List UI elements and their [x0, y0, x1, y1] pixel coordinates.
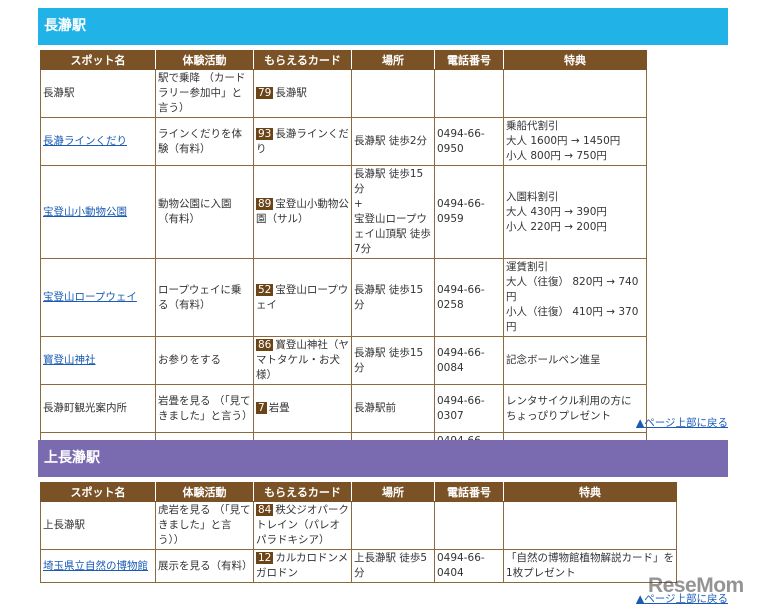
header-row: スポット名 体験活動 もらえるカード 場所 電話番号 特典: [40, 50, 647, 70]
spot-name-cell: 長瀞ラインくだり: [40, 117, 156, 166]
table-row: 埼玉県立自然の博物館 展示を見る（有料） 12 カルカロドンメガロドン 上長瀞駅 徒歩5…: [40, 549, 677, 583]
activity-cell: 虎岩を見る （「見てきました」と言う））: [155, 501, 254, 550]
card-cell: 84 秩父ジオパークトレイン（パレオパラドキシア）: [253, 501, 352, 550]
place-cell: 長瀞駅前: [351, 384, 435, 433]
spot-name-cell: 宝登山小動物公園: [40, 165, 156, 259]
place-cell: 長瀞駅 徒歩15分 + 宝登山ロープウェイ山頂駅 徒歩7分: [351, 165, 435, 259]
card-cell: 52 宝登山ロープウェイ: [253, 258, 352, 337]
phone-cell: [434, 69, 504, 118]
spot-name-cell: 上長瀞駅: [40, 501, 156, 550]
card-number-badge: 84: [256, 504, 274, 516]
spot-table-kaminagatoro: スポット名 体験活動 もらえるカード 場所 電話番号 特典 上長瀞駅 虎岩を見る （「見てきま…: [40, 482, 677, 583]
column-header-spot-name: スポット名: [40, 482, 156, 502]
resemom-watermark: ReseMom: [648, 574, 744, 597]
section-header-nagatoro: 長瀞駅: [38, 8, 728, 45]
card-cell: 89 宝登山小動物公園（サル）: [253, 165, 352, 259]
benefit-cell: 運賃割引 大人（往復） 820円 → 740円 小人（往復） 410円 → 37…: [503, 258, 647, 337]
place-cell: 長瀞駅 徒歩2分: [351, 117, 435, 166]
spot-name-cell: 寳登山神社: [40, 336, 156, 385]
card-name: 長瀞駅: [275, 87, 307, 99]
phone-cell: 0494-66-0258: [434, 258, 504, 337]
column-header-activity: 体験活動: [155, 50, 254, 70]
table-row: 上長瀞駅 虎岩を見る （「見てきました」と言う）） 84 秩父ジオパークトレイン（パレ…: [40, 501, 677, 550]
card-cell: 7 岩畳: [253, 384, 352, 433]
back-to-top-link[interactable]: ▲ページ上部に戻る: [636, 415, 728, 430]
card-number-badge: 12: [256, 552, 274, 564]
column-header-place: 場所: [351, 50, 435, 70]
card-cell: 12 カルカロドンメガロドン: [253, 549, 352, 583]
table-row: 長瀞町観光案内所 岩畳を見る （「見てきました」と言う） 7 岩畳 長瀞駅前 0494-6…: [40, 384, 647, 433]
column-header-benefit: 特典: [503, 482, 677, 502]
card-cell: 79 長瀞駅: [253, 69, 352, 118]
spot-link[interactable]: 寳登山神社: [43, 354, 96, 366]
phone-cell: 0494-66-0404: [434, 549, 504, 583]
activity-cell: 駅で乗降 （カードラリー参加中」と言う）: [155, 69, 254, 118]
benefit-cell: レンタサイクル利用の方に ちょっぴりプレゼント: [503, 384, 647, 433]
spot-link[interactable]: 宝登山ロープウェイ: [43, 291, 137, 303]
column-header-phone: 電話番号: [434, 482, 504, 502]
benefit-cell: [503, 501, 677, 550]
card-cell: 93 長瀞ラインくだり: [253, 117, 352, 166]
phone-cell: 0494-66-0959: [434, 165, 504, 259]
table-row: 長瀞駅 駅で乗降 （カードラリー参加中」と言う） 79 長瀞駅: [40, 69, 647, 118]
column-header-benefit: 特典: [503, 50, 647, 70]
spot-table-nagatoro: スポット名 体験活動 もらえるカード 場所 電話番号 特典 長瀞駅 駅で乗降 （カードラリー参…: [40, 50, 647, 466]
spot-link[interactable]: 埼玉県立自然の博物館: [43, 560, 148, 572]
spot-name-cell: 長瀞駅: [40, 69, 156, 118]
phone-cell: 0494-66-0950: [434, 117, 504, 166]
activity-cell: 動物公園に入園（有料）: [155, 165, 254, 259]
card-number-badge: 79: [256, 87, 274, 99]
benefit-cell: [503, 69, 647, 118]
card-number-badge: 7: [256, 402, 267, 414]
place-cell: 上長瀞駅 徒歩5分: [351, 549, 435, 583]
column-header-place: 場所: [351, 482, 435, 502]
card-number-badge: 86: [256, 339, 274, 351]
phone-cell: [434, 501, 504, 550]
benefit-cell: 入園料割引 大人 430円 → 390円 小人 220円 → 200円: [503, 165, 647, 259]
table-row: 長瀞ラインくだり ラインくだりを体験（有料） 93 長瀞ラインくだり 長瀞駅 徒歩2分 0…: [40, 117, 647, 166]
phone-cell: 0494-66-0307: [434, 384, 504, 433]
activity-cell: ロープウェイに乗る（有料）: [155, 258, 254, 337]
phone-cell: 0494-66-0084: [434, 336, 504, 385]
activity-cell: ラインくだりを体験（有料）: [155, 117, 254, 166]
activity-cell: 展示を見る（有料）: [155, 549, 254, 583]
column-header-phone: 電話番号: [434, 50, 504, 70]
activity-cell: お参りをする: [155, 336, 254, 385]
column-header-activity: 体験活動: [155, 482, 254, 502]
benefit-cell: 乗船代割引 大人 1600円 → 1450円 小人 800円 → 750円: [503, 117, 647, 166]
column-header-spot-name: スポット名: [40, 50, 156, 70]
card-number-badge: 89: [256, 198, 274, 210]
activity-cell: 岩畳を見る （「見てきました」と言う）: [155, 384, 254, 433]
column-header-card: もらえるカード: [253, 50, 352, 70]
table-row: 宝登山ロープウェイ ロープウェイに乗る（有料） 52 宝登山ロープウェイ 長瀞駅 徒歩1…: [40, 258, 647, 337]
card-name: 岩畳: [268, 402, 290, 414]
card-cell: 86 寳登山神社（ヤマトタケル・お犬様）: [253, 336, 352, 385]
card-number-badge: 93: [256, 127, 274, 140]
spot-link[interactable]: 宝登山小動物公園: [43, 206, 127, 218]
place-cell: 長瀞駅 徒歩15分: [351, 336, 435, 385]
column-header-card: もらえるカード: [253, 482, 352, 502]
place-cell: [351, 69, 435, 118]
header-row: スポット名 体験活動 もらえるカード 場所 電話番号 特典: [40, 482, 677, 502]
benefit-cell: 記念ボールペン進呈: [503, 336, 647, 385]
spot-name-cell: 宝登山ロープウェイ: [40, 258, 156, 337]
back-to-top-label: ▲ページ上部に戻る: [636, 417, 728, 429]
table-row: 寳登山神社 お参りをする 86 寳登山神社（ヤマトタケル・お犬様） 長瀞駅 徒歩15分 0…: [40, 336, 647, 385]
place-cell: 長瀞駅 徒歩15分: [351, 258, 435, 337]
section-header-kaminagatoro: 上長瀞駅: [38, 440, 728, 477]
card-number-badge: 52: [256, 283, 274, 296]
spot-name-cell: 長瀞町観光案内所: [40, 384, 156, 433]
spot-link[interactable]: 長瀞ラインくだり: [43, 135, 127, 147]
spot-name-cell: 埼玉県立自然の博物館: [40, 549, 156, 583]
place-cell: [351, 501, 435, 550]
table-row: 宝登山小動物公園 動物公園に入園（有料） 89 宝登山小動物公園（サル） 長瀞駅 徒歩1…: [40, 165, 647, 259]
